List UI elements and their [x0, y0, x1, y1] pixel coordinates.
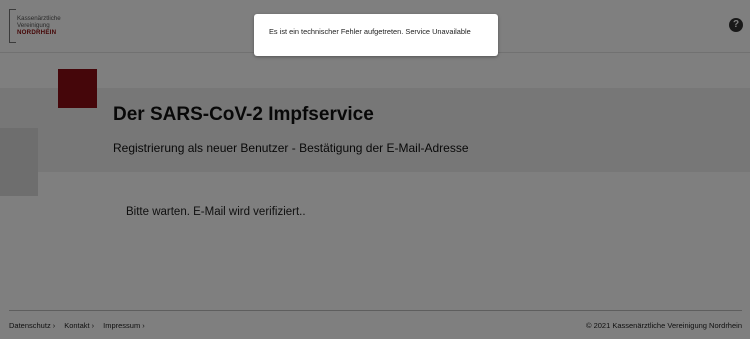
error-toast: Es ist ein technischer Fehler aufgetrete…: [254, 14, 498, 56]
error-message: Es ist ein technischer Fehler aufgetrete…: [269, 27, 471, 36]
page: Kassenärztliche Vereinigung NORDRHEIN ? …: [0, 0, 750, 339]
